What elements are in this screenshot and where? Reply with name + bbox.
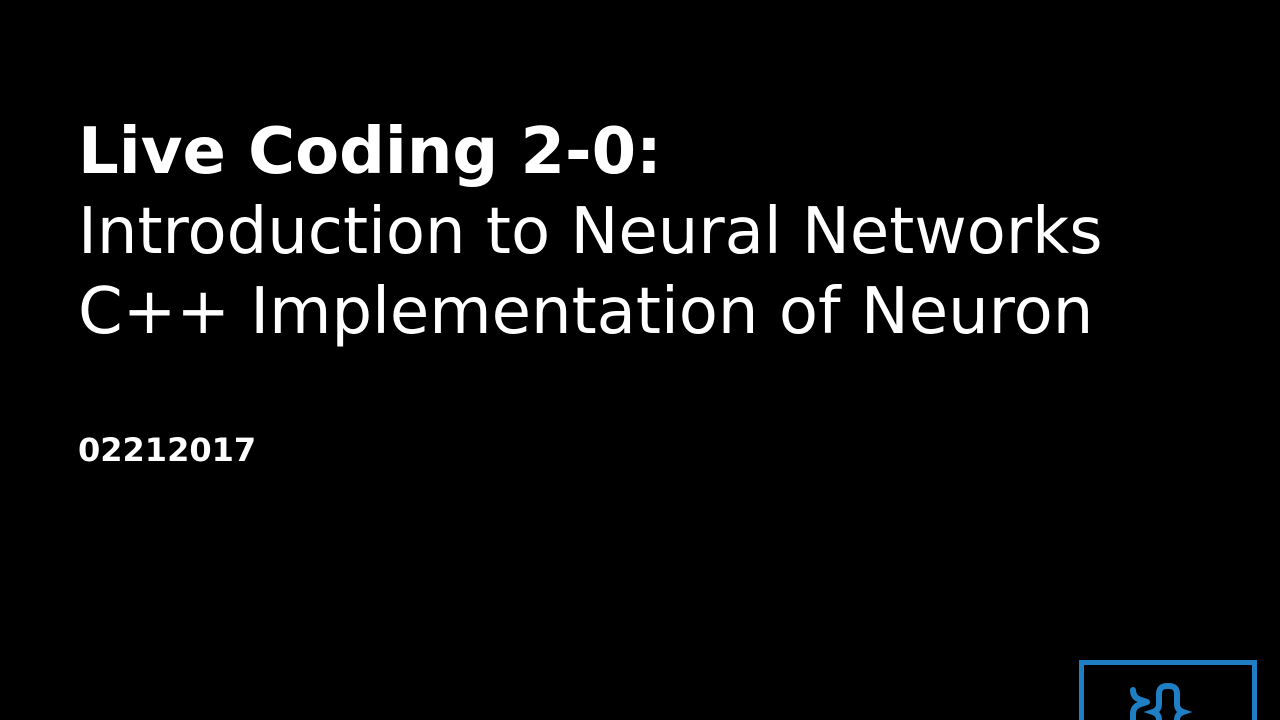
slide-date: 02212017 <box>78 431 257 469</box>
title-line-cpp-neuron: C++ Implementation of Neuron <box>78 275 1094 349</box>
title-line-live-coding: Live Coding 2-0: <box>78 115 662 189</box>
title-slide: Live Coding 2-0: Introduction to Neural … <box>0 0 1280 720</box>
title-line-intro-neural-networks: Introduction to Neural Networks <box>78 195 1103 269</box>
braces-logo-icon <box>1079 660 1257 720</box>
slide-title: Live Coding 2-0: Introduction to Neural … <box>78 112 1103 352</box>
